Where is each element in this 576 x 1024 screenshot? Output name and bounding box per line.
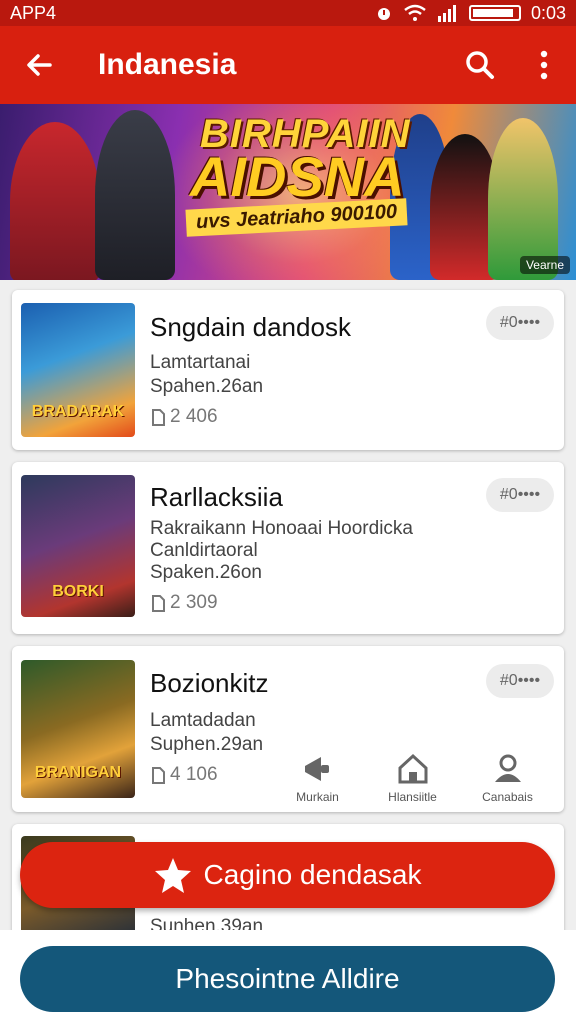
file-icon xyxy=(152,409,165,426)
nav-item-murkain[interactable]: Murkain xyxy=(270,752,365,812)
card-badge-button[interactable]: #0•••• xyxy=(486,478,554,512)
primary-action-button[interactable]: Phesointne Alldire xyxy=(20,946,555,1012)
game-card[interactable]: BRADARAK Sngdain dandosk Lamtartanai Spa… xyxy=(12,290,564,450)
battery-icon xyxy=(468,5,521,21)
game-info-line: Rakraikann Honoaai Hoordicka xyxy=(150,518,413,539)
nav-item-profile[interactable]: Canabais xyxy=(460,752,555,812)
search-button[interactable] xyxy=(448,26,512,104)
game-meta: 4 106 xyxy=(150,764,218,786)
more-options-button[interactable] xyxy=(512,26,576,104)
game-info-line: Spahen.26an xyxy=(150,376,264,397)
mini-nav: Murkain Hlansiitle Canabais xyxy=(270,752,556,812)
home-icon xyxy=(398,753,427,784)
file-icon xyxy=(152,767,165,784)
game-info-line: Suphen.29an xyxy=(150,734,264,755)
banner-character-figure xyxy=(95,110,175,280)
back-button[interactable] xyxy=(0,26,78,104)
status-bar: APP4 0:03 xyxy=(0,0,576,26)
arrow-left-icon xyxy=(27,54,52,76)
game-title: Sngdain dandosk xyxy=(150,312,351,342)
file-icon xyxy=(152,595,165,612)
status-time: 0:03 xyxy=(530,2,566,23)
status-app-label: APP4 xyxy=(10,2,57,23)
game-thumbnail: BRADARAK xyxy=(21,303,135,437)
wifi-icon xyxy=(404,4,426,21)
banner-corner-tag: Vearne xyxy=(519,256,570,274)
favorite-action-button[interactable]: Cagino dendasak xyxy=(20,842,555,908)
app-bar: Indanesia xyxy=(0,26,576,104)
game-info-line: Lamtadadan xyxy=(150,710,256,731)
card-badge-button[interactable]: #0•••• xyxy=(486,306,554,340)
game-info-line: Spaken.26on xyxy=(150,562,262,583)
game-thumbnail: BRANIGAN xyxy=(21,660,135,798)
game-card[interactable]: BORKI Rarllacksiia Rakraikann Honoaai Ho… xyxy=(12,462,564,634)
star-icon xyxy=(154,858,191,893)
game-info-line: Canldirtaoral xyxy=(150,540,258,561)
game-meta: 2 406 xyxy=(150,406,218,428)
more-vertical-icon xyxy=(540,50,548,80)
alarm-icon xyxy=(377,8,390,20)
search-icon xyxy=(466,51,494,79)
nav-item-home[interactable]: Hlansiitle xyxy=(365,752,460,812)
page-title: Indanesia xyxy=(98,48,237,81)
promo-banner[interactable]: BIRHPAIIN AIDSNA uvs Jeatriaho 900100 Ve… xyxy=(0,104,576,280)
game-title: Bozionkitz xyxy=(150,668,269,698)
game-title: Rarllacksiia xyxy=(150,482,283,512)
game-meta: 2 309 xyxy=(150,592,218,614)
banner-character-figure xyxy=(10,122,100,280)
game-info-line: Lamtartanai xyxy=(150,352,251,373)
card-badge-button[interactable]: #0•••• xyxy=(486,664,554,698)
game-thumbnail: BORKI xyxy=(21,475,135,617)
signal-icon xyxy=(437,5,456,22)
person-icon xyxy=(494,754,521,782)
megaphone-icon xyxy=(304,757,329,781)
